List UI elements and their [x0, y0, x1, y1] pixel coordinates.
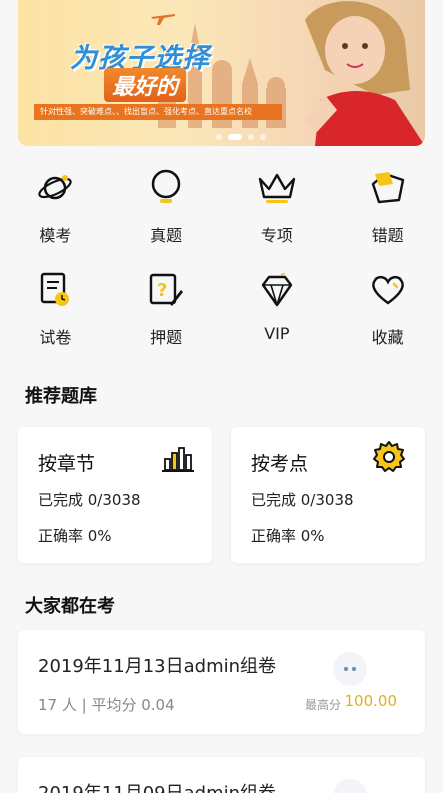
question-edit-icon: ?: [146, 270, 186, 310]
everyone-section-title: 大家都在考: [25, 596, 115, 617]
card-progress: 已完成 0/3038: [38, 491, 141, 509]
card-title: 按章节: [38, 453, 96, 475]
exam-item[interactable]: 2019年11月09日admin组卷: [18, 757, 425, 793]
category-wrong-questions[interactable]: 错题: [332, 168, 443, 248]
exam-meta: 17 人 | 平均分 0.04: [38, 696, 175, 714]
card-title: 按考点: [251, 453, 309, 475]
pagination-dot[interactable]: [248, 134, 254, 140]
top-score-label: 最高分: [304, 698, 341, 712]
category-predicted[interactable]: ? 押题: [111, 270, 222, 350]
pagination-dot-active[interactable]: [228, 134, 242, 140]
diamond-icon: [257, 270, 297, 310]
exam-title: 2019年11月09日admin组卷: [38, 779, 276, 793]
category-real-exam[interactable]: 真题: [111, 168, 222, 248]
pagination-dot[interactable]: [260, 134, 266, 140]
girl-photo: [303, 1, 425, 146]
card-progress: 已完成 0/3038: [251, 491, 354, 509]
paper-clock-icon: [35, 270, 75, 310]
top-score-value: 100.00: [344, 692, 398, 710]
svg-text:?: ?: [157, 280, 167, 301]
banner-tagline: 针对性强、突破难点、、找出盲点、强化考点、直达重点名校: [34, 104, 282, 120]
category-label: 模考: [39, 226, 72, 245]
crown-icon: [257, 168, 297, 208]
category-label: 真题: [150, 226, 183, 245]
category-label: 专项: [260, 226, 293, 245]
category-grid: 模考 真题 专项 错题 试卷 ? 押题 VIP 收藏: [0, 168, 443, 350]
card-accuracy: 正确率 0%: [38, 527, 112, 545]
category-vip[interactable]: VIP: [222, 270, 333, 350]
category-label: 错题: [371, 226, 404, 245]
pagination-dot[interactable]: [216, 134, 222, 140]
eraser-icon: [368, 168, 408, 208]
category-favorites[interactable]: 收藏: [332, 270, 443, 350]
avatar: [333, 779, 367, 793]
planet-icon: [35, 168, 75, 208]
gear-icon: [373, 441, 405, 472]
banner-slogan-highlight: 最好的: [104, 68, 187, 102]
category-label: VIP: [264, 324, 290, 343]
category-mock-exam[interactable]: 模考: [0, 168, 111, 248]
recommend-section-title: 推荐题库: [25, 386, 97, 407]
recommend-card-knowledge-point[interactable]: 按考点 已完成 0/3038 正确率 0%: [231, 427, 425, 563]
banner-pagination: [216, 134, 266, 140]
bulb-icon: [146, 168, 186, 208]
category-label: 押题: [150, 328, 183, 347]
avatar: [333, 652, 367, 686]
category-label: 试卷: [39, 328, 72, 347]
heart-icon: [368, 270, 408, 310]
bar-chart-icon: [162, 447, 194, 472]
airplane-icon: [151, 14, 175, 25]
recommend-card-chapter[interactable]: 按章节 已完成 0/3038 正确率 0%: [18, 427, 212, 563]
exam-item[interactable]: 2019年11月13日admin组卷 17 人 | 平均分 0.04 最高分 1…: [18, 630, 425, 734]
promo-banner[interactable]: 为孩子选择 最好的 针对性强、突破难点、、找出盲点、强化考点、直达重点名校: [18, 0, 425, 146]
exam-title: 2019年11月13日admin组卷: [38, 656, 277, 677]
card-accuracy: 正确率 0%: [251, 527, 325, 545]
category-label: 收藏: [371, 328, 404, 347]
category-special[interactable]: 专项: [222, 168, 333, 248]
category-papers[interactable]: 试卷: [0, 270, 111, 350]
